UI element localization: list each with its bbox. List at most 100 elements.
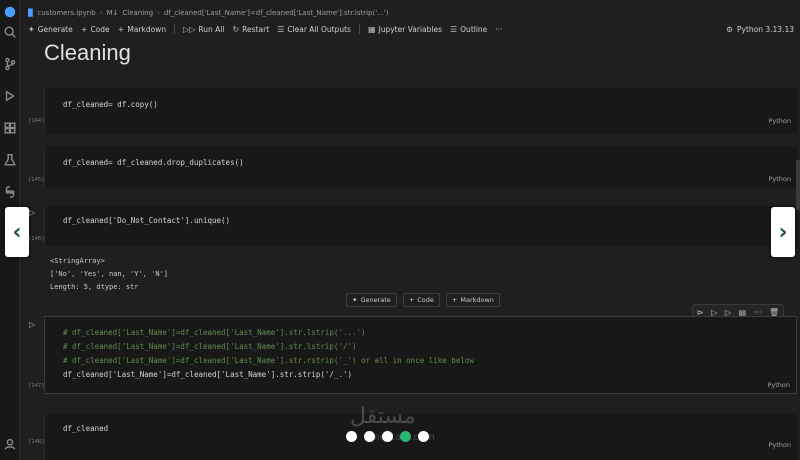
cell-language[interactable]: Python bbox=[768, 441, 791, 449]
chevron-right-icon: › bbox=[778, 219, 788, 245]
search-icon[interactable] bbox=[2, 24, 18, 40]
add-markdown-cell-button[interactable]: + Markdown bbox=[445, 293, 500, 307]
account-icon[interactable] bbox=[2, 436, 18, 452]
outline-icon: ☰ bbox=[449, 24, 458, 34]
breadcrumb: ▉ customers.ipynb › M↓ Cleaning › df_cle… bbox=[28, 6, 780, 20]
file-icon: ▉ bbox=[28, 9, 34, 17]
chevron-left-icon: ‹ bbox=[12, 219, 22, 245]
code-line: df_cleaned bbox=[63, 424, 109, 433]
outline-button[interactable]: ☰ Outline bbox=[450, 25, 487, 34]
more-label: ··· bbox=[495, 24, 503, 34]
code-line: df_cleaned= df.copy() bbox=[63, 100, 158, 109]
run-cell-icon[interactable]: ▷ bbox=[29, 208, 35, 217]
toolbar-divider bbox=[174, 24, 176, 34]
variables-button[interactable]: ▦ Jupyter Variables bbox=[368, 25, 442, 34]
add-code-cell-button[interactable]: + Code bbox=[402, 293, 440, 307]
testing-icon[interactable] bbox=[2, 152, 18, 168]
code-line: # df_cleaned['Last_Name']=df_cleaned['La… bbox=[63, 328, 366, 337]
add-code-button[interactable]: + Code bbox=[81, 25, 110, 34]
code-cell[interactable]: df_cleaned['Do_Not_Contact'].unique() bbox=[44, 206, 797, 246]
cell-code[interactable]: # df_cleaned['Last_Name']=df_cleaned['La… bbox=[63, 326, 474, 382]
code-line: # df_cleaned['Last_Name']=df_cleaned['La… bbox=[63, 342, 357, 351]
sparkle-icon: ✦ bbox=[28, 24, 35, 34]
plus-icon: + bbox=[451, 296, 458, 304]
cell-code[interactable]: df_cleaned['Do_Not_Contact'].unique() bbox=[63, 216, 230, 225]
accounts-icon[interactable] bbox=[2, 4, 18, 20]
python-icon[interactable] bbox=[2, 184, 18, 200]
output-line: Length: 5, dtype: str bbox=[50, 283, 139, 291]
notebook-toolbar: ✦ Generate + Code + Markdown ▷▷ Run All … bbox=[20, 20, 800, 38]
add-code-label: Code bbox=[417, 296, 434, 304]
kernel-label: Python 3.13.13 bbox=[736, 24, 794, 34]
code-line: # df_cleaned['Last_Name']=df_cleaned['La… bbox=[63, 356, 474, 365]
cell-code[interactable]: df_cleaned bbox=[63, 424, 108, 433]
clear-outputs-button[interactable]: ☰ Clear All Outputs bbox=[277, 25, 351, 34]
restart-button[interactable]: ↻ Restart bbox=[232, 25, 269, 34]
next-arrow-button[interactable]: › bbox=[771, 207, 795, 257]
execution-count: [145] bbox=[28, 177, 45, 183]
more-actions-button[interactable]: ··· bbox=[495, 25, 502, 34]
variables-label: Jupyter Variables bbox=[378, 24, 442, 34]
clear-icon: ☰ bbox=[277, 24, 285, 34]
execution-count: [148] bbox=[28, 439, 45, 445]
cell-language[interactable]: Python bbox=[767, 381, 790, 389]
code-cell[interactable]: df_cleaned= df.copy() Python bbox=[44, 88, 797, 134]
execution-count: [147] bbox=[28, 383, 45, 389]
breadcrumb-separator: › bbox=[99, 9, 103, 17]
watermark-logo: مستقل bbox=[350, 404, 416, 429]
add-cell-bar: ✦ Generate + Code + Markdown bbox=[346, 293, 500, 307]
breadcrumb-symbol[interactable]: df_cleaned['Last_Name']=df_cleaned['Last… bbox=[164, 9, 389, 17]
plus-icon: + bbox=[80, 24, 88, 34]
code-cell[interactable]: df_cleaned= df_cleaned.drop_duplicates()… bbox=[44, 146, 797, 188]
breadcrumb-section[interactable]: Cleaning bbox=[122, 9, 153, 17]
execution-count: [144] bbox=[28, 118, 45, 124]
breadcrumb-file[interactable]: customers.ipynb bbox=[37, 9, 95, 17]
clear-outputs-label: Clear All Outputs bbox=[287, 24, 351, 34]
toolbar-divider bbox=[358, 24, 360, 34]
markdown-label: Markdown bbox=[127, 24, 167, 34]
carousel-dot[interactable] bbox=[346, 431, 357, 442]
cell-code[interactable]: df_cleaned= df.copy() bbox=[63, 100, 158, 109]
run-all-label: Run All bbox=[198, 24, 225, 34]
run-cell-icon[interactable]: ▷ bbox=[29, 320, 35, 329]
add-markdown-button[interactable]: + Markdown bbox=[118, 25, 166, 34]
carousel-dot[interactable] bbox=[382, 431, 393, 442]
run-all-icon: ▷▷ bbox=[183, 24, 196, 34]
code-label: Code bbox=[90, 24, 110, 34]
restart-icon: ↻ bbox=[232, 24, 240, 34]
plus-icon: + bbox=[117, 24, 125, 34]
cell-language[interactable]: Python bbox=[768, 175, 791, 183]
cell-language[interactable]: Python bbox=[768, 117, 791, 125]
cell-code[interactable]: df_cleaned= df_cleaned.drop_duplicates() bbox=[63, 158, 244, 167]
outline-label: Outline bbox=[460, 24, 488, 34]
kernel-picker[interactable]: ⚙ Python 3.13.13 bbox=[726, 20, 794, 38]
generate-label: Generate bbox=[37, 24, 73, 34]
extensions-icon[interactable] bbox=[2, 120, 18, 136]
add-generate-button[interactable]: ✦ Generate bbox=[346, 293, 397, 307]
generate-button[interactable]: ✦ Generate bbox=[28, 25, 73, 34]
scrollbar[interactable] bbox=[796, 160, 800, 210]
previous-arrow-button[interactable]: ‹ bbox=[5, 207, 29, 257]
run-debug-icon[interactable] bbox=[2, 88, 18, 104]
code-line: df_cleaned['Do_Not_Contact'].unique() bbox=[63, 216, 231, 225]
markdown-icon: M↓ bbox=[106, 9, 119, 17]
carousel-dot[interactable] bbox=[364, 431, 375, 442]
code-cell-active[interactable]: # df_cleaned['Last_Name']=df_cleaned['La… bbox=[44, 316, 797, 394]
run-all-button[interactable]: ▷▷ Run All bbox=[183, 25, 224, 34]
cell-output: <StringArray> ['No', 'Yes', nan, 'Y', 'N'… bbox=[50, 255, 168, 294]
plus-icon: + bbox=[408, 296, 415, 304]
output-line: ['No', 'Yes', nan, 'Y', 'N'] bbox=[50, 270, 169, 278]
breadcrumb-separator: › bbox=[157, 9, 160, 17]
add-markdown-label: Markdown bbox=[460, 296, 494, 304]
code-line: df_cleaned= df_cleaned.drop_duplicates() bbox=[63, 158, 244, 167]
execution-count: [146] bbox=[28, 236, 45, 242]
kernel-icon: ⚙ bbox=[726, 24, 733, 34]
section-heading: Cleaning bbox=[44, 40, 131, 65]
output-line: <StringArray> bbox=[50, 257, 105, 265]
code-line: df_cleaned['Last_Name']=df_cleaned['Last… bbox=[63, 370, 352, 379]
add-generate-label: Generate bbox=[360, 296, 391, 304]
sparkle-icon: ✦ bbox=[352, 296, 358, 304]
source-control-icon[interactable] bbox=[2, 56, 18, 72]
carousel-dot[interactable] bbox=[418, 431, 429, 442]
carousel-dot-active[interactable] bbox=[400, 431, 411, 442]
